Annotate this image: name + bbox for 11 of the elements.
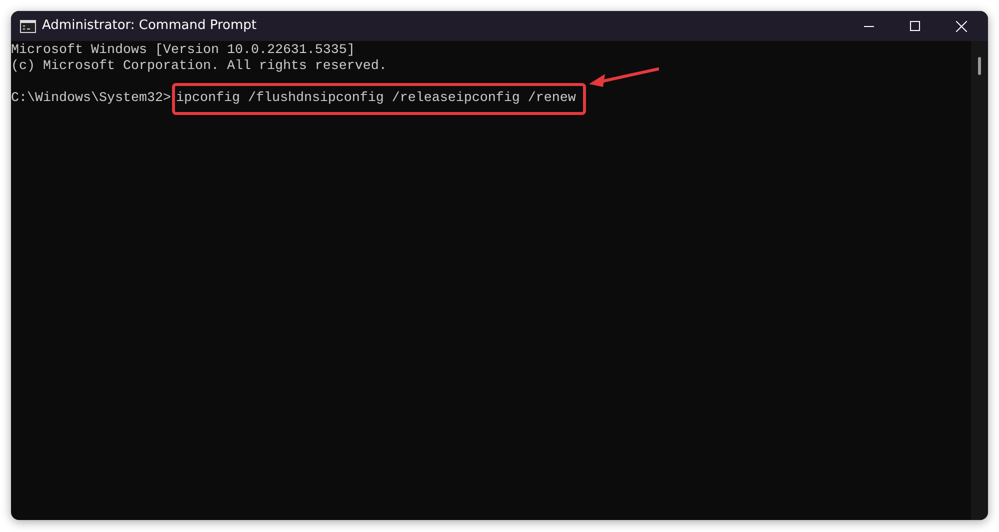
scrollbar[interactable] [971,41,988,520]
prompt-text: C:\Windows\System32> [11,91,171,107]
close-icon [956,20,966,32]
output-line: Microsoft Windows [Version 10.0.22631.5335] [11,43,355,58]
output-line: (c) Microsoft Corporation. All rights reserved. [11,59,387,74]
window-title: Administrator: Command Prompt [42,17,256,36]
console-icon [20,20,36,32]
scroll-thumb[interactable] [978,57,981,75]
arrow [587,67,659,89]
maximize-icon [910,21,920,31]
command-text: ipconfig /flushdnsipconfig /releaseipconfig /renew [172,83,586,115]
